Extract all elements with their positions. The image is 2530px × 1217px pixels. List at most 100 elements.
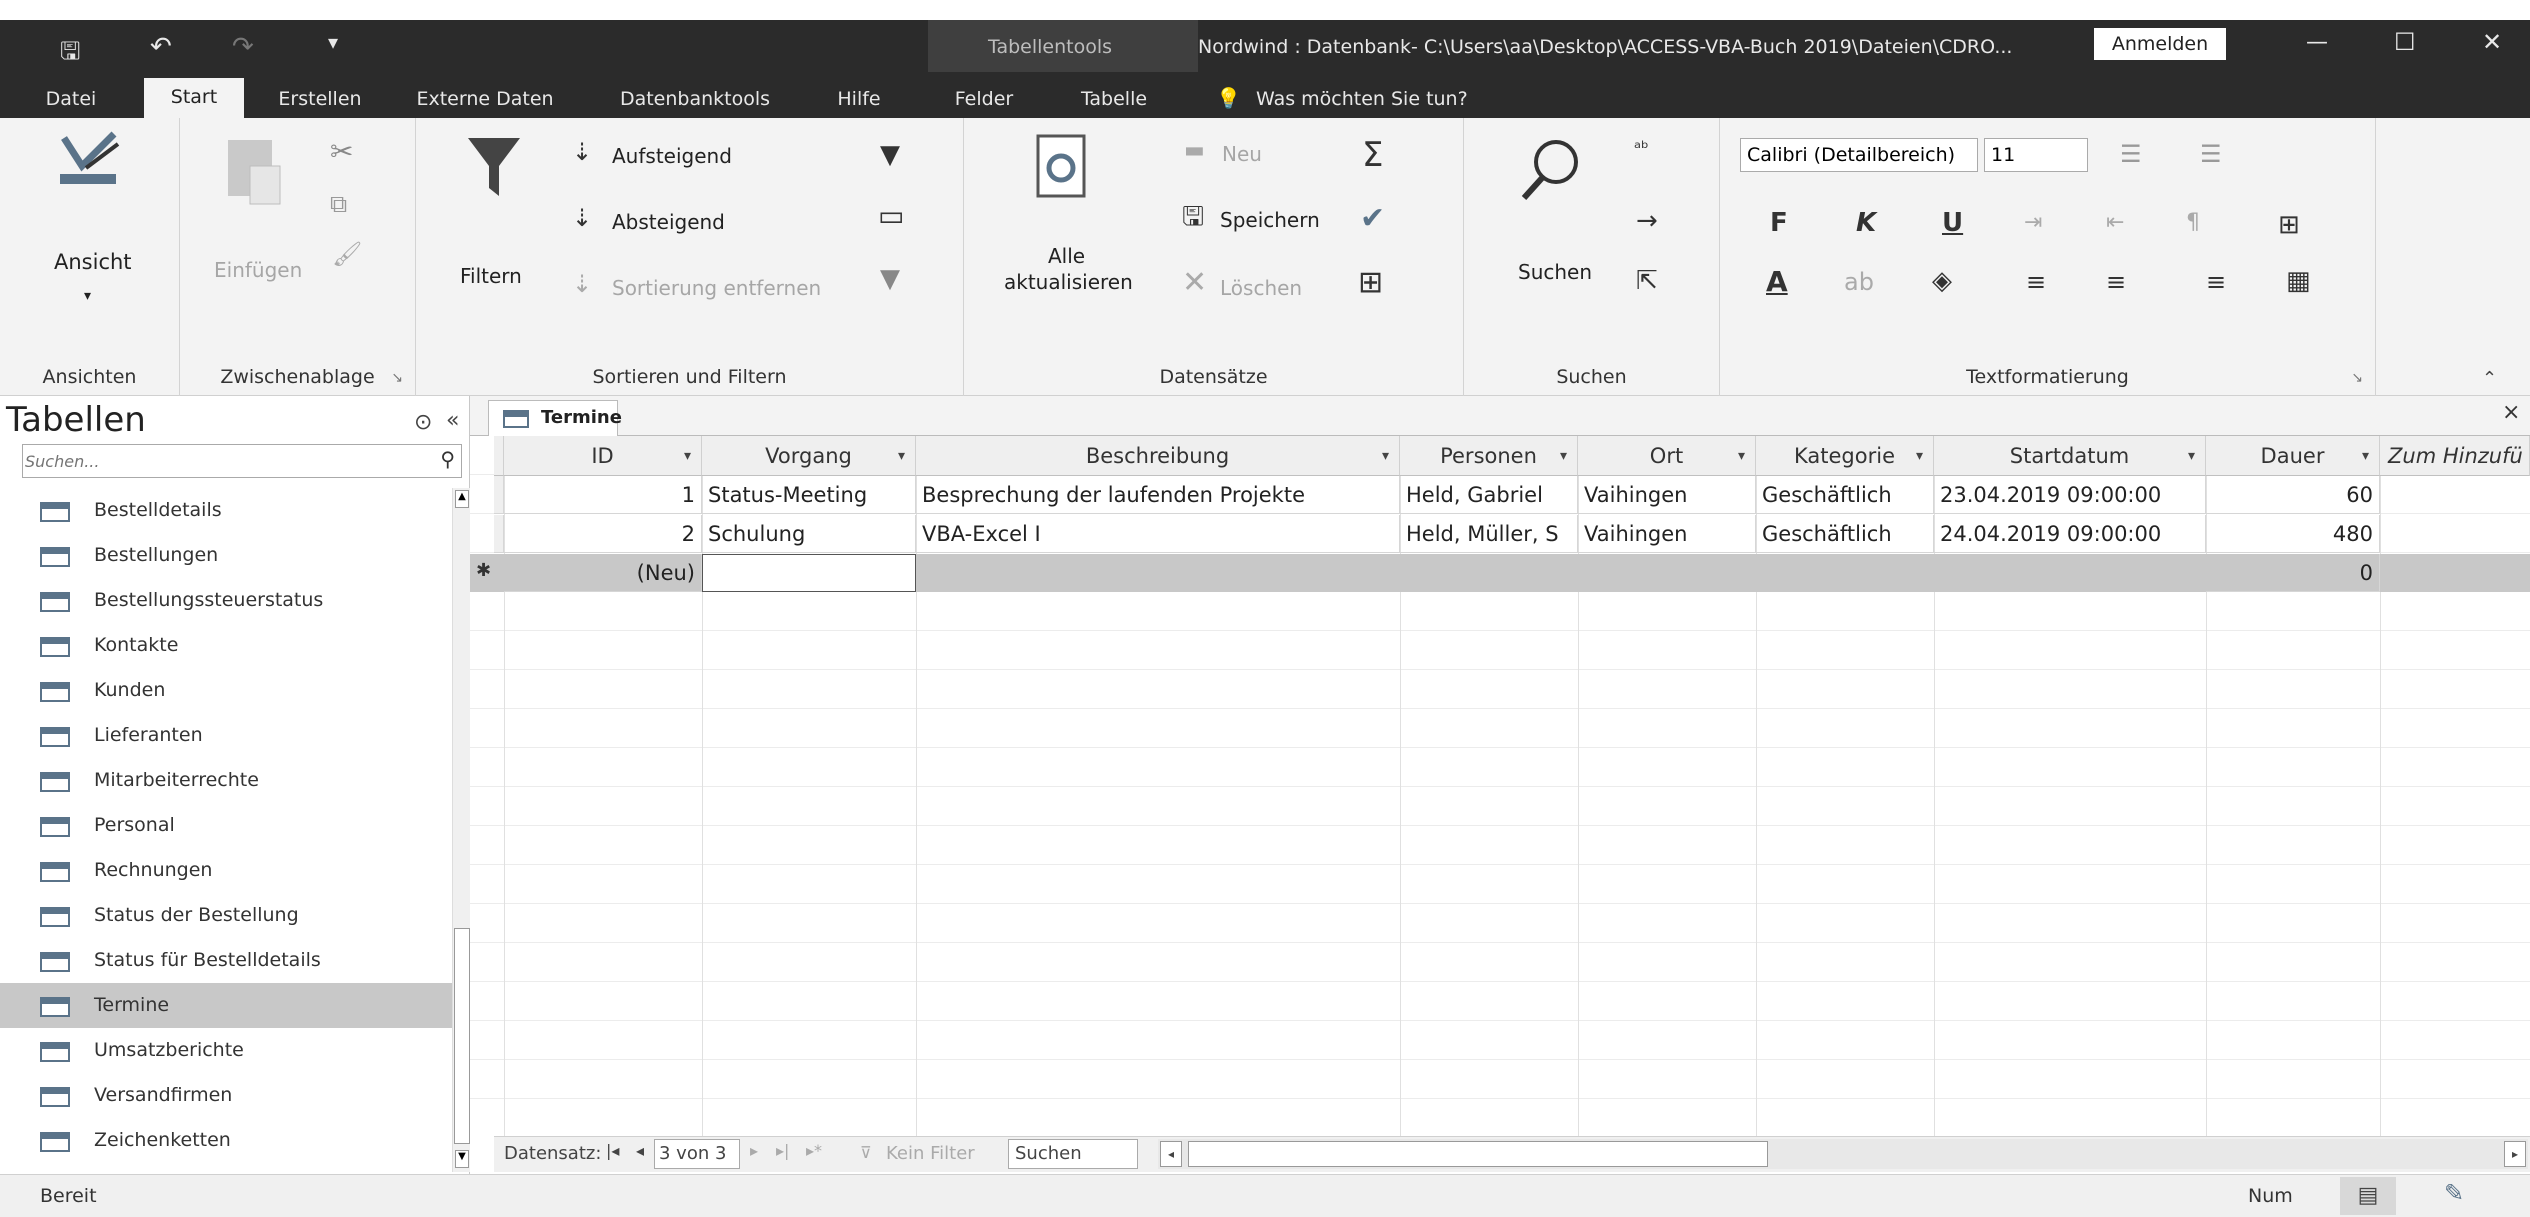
replace-icon[interactable]: ᵃᵇ [1634,140,1649,158]
view-button[interactable]: Ansicht [54,250,132,274]
nav-item[interactable]: Termine [0,983,452,1028]
column-dropdown-icon[interactable]: ▾ [2188,436,2195,475]
totals-icon[interactable]: Σ [1362,138,1383,172]
tab-datenbanktools[interactable]: Datenbanktools [610,80,780,118]
table-cell[interactable]: Vaihingen [1578,515,1756,553]
nav-search-box[interactable]: ⚲ [22,444,462,478]
align-right-icon[interactable]: ≡ [2206,270,2226,294]
signin-button[interactable]: Anmelden [2094,28,2226,60]
bold-button[interactable]: F [1770,210,1788,236]
underline-button[interactable]: U [1942,210,1963,236]
column-dropdown-icon[interactable]: ▾ [2362,436,2369,475]
column-header[interactable]: Dauer ▾ [2206,436,2380,476]
column-dropdown-icon[interactable]: ▾ [1738,436,1745,475]
sort-ascending-icon[interactable]: ⇣ [572,140,592,164]
table-cell[interactable]: 60 [2206,476,2380,514]
table-cell[interactable]: 24.04.2019 09:00:00 [1934,515,2206,553]
minimize-button[interactable]: — [2306,30,2328,55]
filter-button[interactable]: Filtern [460,264,522,288]
nav-scrollbar[interactable]: ▲ ▼ [452,488,470,1172]
scroll-left-icon[interactable]: ◂ [1160,1141,1182,1167]
font-size-combo[interactable]: 11 [1984,138,2088,172]
close-button[interactable]: ✕ [2482,28,2502,56]
goto-icon[interactable]: → [1636,208,1658,234]
filter-status[interactable]: Kein Filter [886,1143,975,1164]
new-row-duration[interactable]: 0 [2206,554,2380,592]
bullets-icon[interactable]: ☰ [2120,142,2142,166]
table-cell[interactable]: Vaihingen [1578,476,1756,514]
select-icon[interactable]: ⇱ [1636,268,1658,294]
column-header[interactable]: Kategorie ▾ [1756,436,1934,476]
selection-filter-icon[interactable]: ▼ [880,142,900,168]
save-record-button[interactable]: Speichern [1220,208,1320,232]
refresh-all-label-2[interactable]: aktualisieren [1004,270,1133,294]
sort-descending-icon[interactable]: ⇣ [572,206,592,230]
nav-item[interactable]: Versandfirmen [0,1073,452,1118]
spelling-icon[interactable]: ✔ [1360,204,1385,234]
column-dropdown-icon[interactable]: ▾ [1560,436,1567,475]
refresh-all-label-1[interactable]: Alle [1048,244,1085,268]
clipboard-launcher-icon[interactable]: ↘ [391,370,403,386]
row-selector[interactable] [494,515,504,553]
table-cell[interactable]: 1 [504,476,702,514]
maximize-button[interactable]: ☐ [2394,28,2416,56]
filter-icon[interactable] [466,136,522,200]
find-button[interactable]: Suchen [1518,260,1592,284]
first-record-icon[interactable]: |◂ [606,1141,619,1160]
table-cell[interactable]: 480 [2206,515,2380,553]
column-header[interactable]: ID ▾ [504,436,702,476]
collapse-nav-icon[interactable]: « [446,408,459,433]
column-dropdown-icon[interactable]: ▾ [1382,436,1389,475]
nav-item[interactable]: Mitarbeiterrechte [0,758,452,803]
tab-externe-daten[interactable]: Externe Daten [410,80,560,118]
nav-item[interactable]: Lieferanten [0,713,452,758]
scroll-up-icon[interactable]: ▲ [455,490,469,508]
tab-tabelle[interactable]: Tabelle [1068,80,1160,118]
tab-start[interactable]: Start [144,78,244,118]
horizontal-scrollbar[interactable]: ◂ ▸ [1158,1139,2528,1169]
alternate-row-color-icon[interactable]: ▦ [2286,268,2311,294]
design-view-icon[interactable] [56,130,124,192]
record-search-input[interactable]: Suchen [1008,1139,1138,1169]
column-dropdown-icon[interactable]: ▾ [898,436,905,475]
table-cell[interactable]: Geschäftlich [1756,476,1934,514]
gridlines-icon[interactable]: ⊞ [2278,212,2300,238]
horizontal-scroll-thumb[interactable] [1188,1141,1768,1167]
view-dropdown-icon[interactable]: ▾ [84,288,91,304]
fill-color-icon[interactable]: ◈ [1932,268,1952,294]
save-icon[interactable]: 🖫 [60,34,80,75]
search-icon[interactable]: ⚲ [440,447,455,471]
nav-item[interactable]: Rechnungen [0,848,452,893]
close-document-icon[interactable]: × [2502,400,2520,425]
nav-item[interactable]: Kontakte [0,623,452,668]
design-view-status-icon[interactable]: ✎ [2444,1179,2464,1207]
column-header[interactable]: Vorgang ▾ [702,436,916,476]
tab-datei[interactable]: Datei [36,80,106,118]
column-header[interactable]: Personen ▾ [1400,436,1578,476]
find-icon[interactable] [1516,134,1586,204]
save-record-icon[interactable]: 🖫 [1182,204,1204,230]
refresh-all-icon[interactable] [1032,132,1096,204]
table-cell[interactable]: 2 [504,515,702,553]
align-center-icon[interactable]: ≡ [2106,270,2126,294]
datasheet-view-icon[interactable]: ▤ [2340,1177,2396,1215]
tell-me-box[interactable]: Was möchten Sie tun? [1256,88,1468,110]
nav-item[interactable]: Kunden [0,668,452,713]
tab-hilfe[interactable]: Hilfe [826,80,892,118]
scroll-right-icon[interactable]: ▸ [2504,1141,2526,1167]
scroll-down-icon[interactable]: ▼ [455,1150,469,1168]
column-header[interactable]: Beschreibung ▾ [916,436,1400,476]
tab-felder[interactable]: Felder [944,80,1024,118]
nav-item[interactable]: Status für Bestelldetails [0,938,452,983]
table-cell[interactable]: 23.04.2019 09:00:00 [1934,476,2206,514]
collapse-ribbon-icon[interactable]: ⌃ [2482,368,2497,389]
column-header[interactable]: Startdatum ▾ [1934,436,2206,476]
italic-button[interactable]: K [1856,210,1876,236]
nav-item[interactable]: Zeichenketten [0,1118,452,1163]
font-color-button[interactable]: A [1766,268,1788,296]
document-tab-termine[interactable]: Termine [488,400,622,436]
column-header[interactable]: Ort ▾ [1578,436,1756,476]
nav-search-input[interactable] [25,448,425,474]
text-format-launcher-icon[interactable]: ↘ [2351,370,2363,386]
nav-item[interactable]: Bestelldetails [0,488,452,533]
